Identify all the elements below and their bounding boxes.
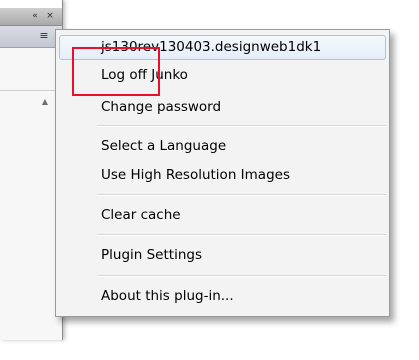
divider <box>0 90 62 91</box>
panel-content <box>0 48 62 340</box>
menu-separator <box>97 194 386 196</box>
menu-item-label: Use High Resolution Images <box>101 167 290 183</box>
menu-item-plugin-settings[interactable]: Plugin Settings <box>56 244 389 267</box>
menu-item-label: About this plug-in... <box>101 288 234 304</box>
panel <box>0 0 63 340</box>
context-menu: js130rev130403.designweb1dk1 Log off Jun… <box>55 29 390 317</box>
menu-separator <box>97 275 386 277</box>
menu-item-about[interactable]: About this plug-in... <box>56 285 389 308</box>
panel-tabbar <box>0 26 62 48</box>
menu-item-label: Clear cache <box>101 207 181 223</box>
menu-item-log-off[interactable]: Log off Junko <box>56 64 389 87</box>
menu-item-label: Change password <box>101 99 222 115</box>
collapse-icon[interactable]: « <box>28 10 42 22</box>
menu-item-label: js130rev130403.designweb1dk1 <box>101 39 322 55</box>
scroll-up-icon[interactable]: ▲ <box>40 97 50 107</box>
panel-menu-icon[interactable]: ≡ <box>37 30 51 42</box>
menu-separator <box>97 125 386 127</box>
menu-item-label: Log off Junko <box>101 67 188 83</box>
menu-item-clear-cache[interactable]: Clear cache <box>56 204 389 227</box>
menu-separator <box>97 234 386 236</box>
menu-item-label: Select a Language <box>101 138 227 154</box>
menu-item-change-password[interactable]: Change password <box>56 96 389 119</box>
menu-item-high-res-images[interactable]: Use High Resolution Images <box>56 164 389 187</box>
close-icon[interactable]: × <box>43 10 57 22</box>
menu-item-label: Plugin Settings <box>101 247 202 263</box>
menu-item-account[interactable]: js130rev130403.designweb1dk1 <box>59 35 386 60</box>
menu-item-select-language[interactable]: Select a Language <box>56 135 389 158</box>
